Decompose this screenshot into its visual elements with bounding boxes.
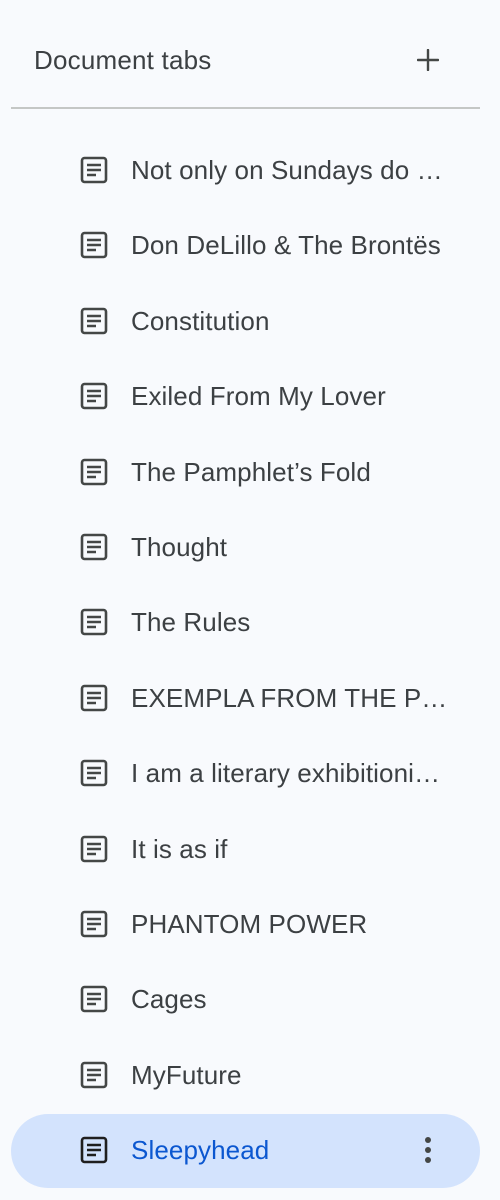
tab-item[interactable]: The Pamphlet’s Fold: [0, 434, 500, 509]
tab-item[interactable]: Exiled From My Lover: [0, 358, 500, 433]
tab-label: The Pamphlet’s Fold: [131, 456, 371, 487]
document-icon: [80, 307, 108, 335]
document-icon: [80, 458, 108, 485]
document-icon: [80, 1136, 108, 1164]
panel-header: Document tabs: [0, 0, 500, 108]
document-icon: [80, 985, 108, 1013]
more-vertical-icon: [425, 1137, 431, 1164]
document-icon: [80, 759, 108, 787]
tab-item[interactable]: Not only on Sundays do …: [0, 132, 500, 207]
tab-label: Exiled From My Lover: [131, 381, 386, 412]
tab-item[interactable]: PHANTOM POWER: [0, 886, 500, 961]
tab-item[interactable]: MyFuture: [0, 1037, 500, 1112]
tab-label: It is as if: [131, 833, 228, 864]
tab-label: Not only on Sundays do …: [131, 155, 443, 185]
document-icon: [80, 1061, 108, 1088]
document-icon: [80, 835, 108, 862]
document-icon: [80, 910, 108, 938]
tab-label: Cages: [131, 984, 207, 1015]
document-icon: [80, 232, 108, 259]
tab-list: Not only on Sundays do … Don DeLillo & T…: [0, 132, 500, 1189]
tab-item-active[interactable]: Sleepyhead: [0, 1112, 500, 1189]
tab-item[interactable]: Thought: [0, 509, 500, 584]
tab-item[interactable]: The Rules: [0, 584, 500, 659]
tab-label: The Rules: [131, 607, 251, 638]
plus-icon: [417, 49, 439, 71]
tab-item[interactable]: Cages: [0, 961, 500, 1036]
tab-label: Sleepyhead: [131, 1135, 270, 1166]
tab-item[interactable]: Don DeLillo & The Brontës: [0, 207, 500, 282]
tab-item[interactable]: I am a literary exhibitioni…: [0, 735, 500, 810]
add-tab-button[interactable]: [404, 40, 452, 80]
document-tabs-panel: Document tabs Not only on Sundays do … D…: [0, 0, 500, 1200]
tab-label: Thought: [131, 531, 228, 562]
panel-title: Document tabs: [34, 45, 212, 75]
tab-item[interactable]: Constitution: [0, 283, 500, 358]
tab-item[interactable]: EXEMPLA FROM THE PH…: [0, 660, 500, 735]
tab-label: PHANTOM POWER: [131, 908, 368, 939]
tab-options-button[interactable]: [408, 1130, 448, 1170]
document-icon: [80, 533, 108, 561]
tab-label: MyFuture: [131, 1059, 242, 1090]
document-icon: [80, 156, 108, 184]
header-divider: [11, 107, 480, 109]
tab-label: EXEMPLA FROM THE PH…: [131, 682, 461, 713]
tab-label: I am a literary exhibitioni…: [131, 758, 441, 789]
tab-item[interactable]: It is as if: [0, 811, 500, 886]
tab-label: Don DeLillo & The Brontës: [131, 230, 441, 261]
tab-label: Constitution: [131, 305, 270, 336]
document-icon: [80, 382, 108, 410]
document-icon: [80, 684, 108, 712]
document-icon: [80, 609, 108, 636]
